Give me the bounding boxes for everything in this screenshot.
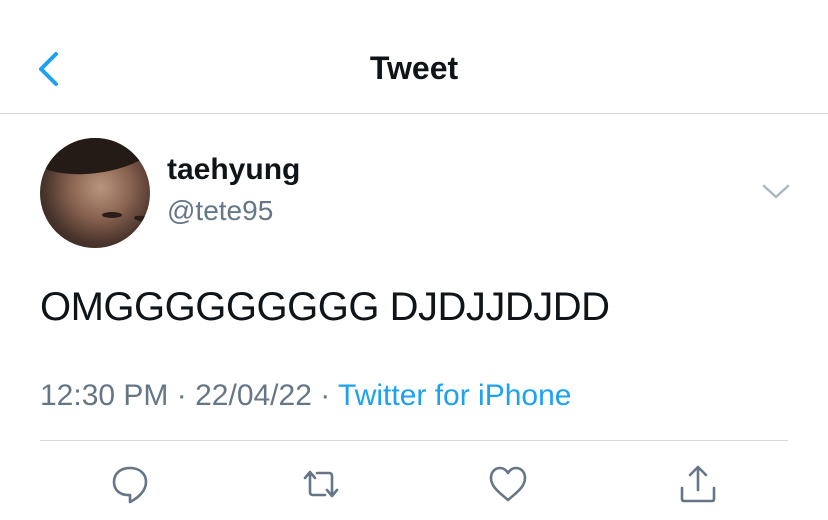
retweet-icon xyxy=(303,470,339,498)
avatar-eye-left xyxy=(102,212,122,218)
retweet-button[interactable] xyxy=(299,462,343,506)
avatar-hair xyxy=(40,138,150,182)
share-button[interactable] xyxy=(676,462,720,506)
tweet-date: 22/04/22 xyxy=(195,379,312,412)
meta-separator: · xyxy=(320,379,331,412)
author-display-name[interactable]: taehyung xyxy=(167,153,300,187)
avatar-eye-right xyxy=(133,214,150,224)
tweet-text: OMGGGGGGGGG DJDJJDJDD xyxy=(40,285,610,329)
tweet-source-link[interactable]: Twitter for iPhone xyxy=(338,379,571,412)
share-icon xyxy=(680,465,716,503)
reply-button[interactable] xyxy=(108,462,152,506)
reply-icon xyxy=(112,466,148,504)
nav-bar: Tweet xyxy=(0,0,828,114)
like-button[interactable] xyxy=(486,462,530,506)
chevron-down-icon xyxy=(762,184,790,199)
like-icon xyxy=(489,466,527,502)
meta-separator: · xyxy=(176,379,187,412)
tweet-meta: 12:30 PM · 22/04/22 · Twitter for iPhone xyxy=(40,379,571,413)
avatar[interactable] xyxy=(40,138,150,248)
more-options-button[interactable] xyxy=(760,180,792,204)
author-handle[interactable]: @tete95 xyxy=(167,195,273,227)
tweet-time: 12:30 PM xyxy=(40,379,169,412)
page-title: Tweet xyxy=(369,50,459,86)
divider xyxy=(40,440,788,441)
